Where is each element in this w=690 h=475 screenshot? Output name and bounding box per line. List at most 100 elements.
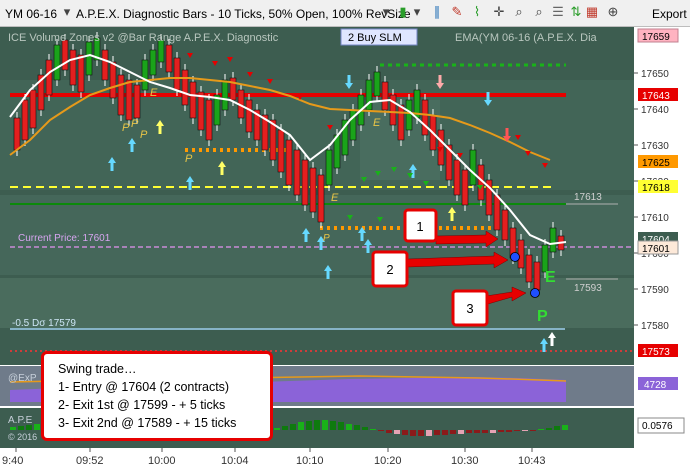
oscillator-bar: [10, 427, 16, 430]
trade-note-line: 2- Exit 1st @ 17599 - + 5 ticks: [58, 398, 226, 412]
callout-3: 3: [451, 289, 489, 327]
price-badge-text: 17573: [642, 347, 670, 358]
oscillator-bar: [18, 426, 24, 430]
price-badge-text: 17625: [642, 158, 670, 169]
bear-candle: [309, 167, 317, 213]
bear-candle: [165, 44, 173, 73]
dropdown-arrow-icon[interactable]: ▾: [410, 5, 424, 19]
time-tick-label: 10:20: [374, 455, 402, 467]
bear-candle: [517, 239, 525, 269]
bear-candle: [133, 84, 141, 119]
crosshair-icon[interactable]: ✛: [492, 5, 506, 19]
time-tick-label: 10:00: [148, 455, 176, 467]
oscillator-bar: [514, 430, 520, 431]
time-tick-label: 10:10: [296, 455, 324, 467]
volume-badge-text: 4728: [644, 380, 667, 391]
time-tick-label: 9:40: [2, 455, 23, 467]
order-label[interactable]: 2 Buy SLM: [348, 32, 402, 44]
signal-letter: P: [323, 233, 330, 244]
bear-candle: [501, 209, 509, 241]
bear-candle: [245, 99, 253, 133]
bear-candle: [453, 159, 461, 196]
bull-candle: [149, 49, 157, 76]
bear-candle: [301, 159, 309, 206]
signal-letter: E: [150, 87, 158, 99]
chart-trader-icon[interactable]: ⇅: [569, 5, 583, 19]
price-tick-label: 17640: [641, 105, 669, 116]
oscillator-bar: [498, 430, 504, 432]
volume-panel-label: @ExP: [8, 373, 37, 384]
oscillator-bar: [274, 428, 280, 430]
oscillator-bar: [522, 430, 528, 431]
bar-type-selector[interactable]: A.P.E.X. Diagnostic Bars - 10 Ticks, 50%…: [76, 5, 411, 23]
bear-candle: [277, 129, 285, 173]
price-tick-label: 17630: [641, 141, 669, 152]
bear-candle: [293, 149, 301, 196]
data-series-icon[interactable]: ∥: [430, 5, 444, 19]
zoom-in-icon[interactable]: ⌕: [512, 5, 526, 19]
time-tick-label: 10:04: [221, 455, 249, 467]
oscillator-bar: [386, 430, 392, 433]
oscillator-bar: [394, 430, 400, 434]
bull-candle: [85, 41, 93, 76]
signal-letter: P: [185, 153, 193, 165]
oscillator-bar: [410, 430, 416, 436]
oscillator-bar: [346, 424, 352, 430]
oscillator-bar: [546, 428, 552, 430]
export-button[interactable]: Export: [652, 5, 687, 23]
zoom-out-icon[interactable]: ⌕: [532, 5, 546, 19]
dropdown-arrow-icon[interactable]: ▾: [379, 5, 393, 19]
oscillator-bar: [378, 430, 384, 431]
ema-label: EMA(YM 06-16 (A.P.E.X. Dia: [455, 32, 598, 44]
oscillator-bar: [370, 429, 376, 430]
drawing-tools-icon[interactable]: ✎: [450, 5, 464, 19]
bull-candle: [53, 44, 61, 81]
bear-candle: [13, 117, 21, 151]
price-badge-text: 17643: [642, 91, 670, 102]
bear-candle: [125, 79, 133, 121]
signal-letter: P: [140, 129, 148, 141]
snapshot-icon[interactable]: ⊕: [606, 5, 620, 19]
bear-candle: [69, 49, 77, 86]
instrument-selector[interactable]: YM 06-16: [5, 5, 57, 23]
oscillator-bar: [34, 424, 40, 430]
bear-candle: [77, 54, 85, 93]
bull-candle: [405, 99, 413, 131]
inner-price-label: 17593: [574, 283, 602, 294]
bear-candle: [45, 59, 53, 96]
callout-2: 2: [371, 250, 409, 288]
oscillator-bar: [434, 430, 440, 435]
chart-window: { "toolbar":{"instrument":"YM 06-16","ba…: [0, 0, 690, 475]
price-badge-text: 17659: [642, 32, 670, 43]
properties-icon[interactable]: ☰: [551, 5, 565, 19]
signal-letter: P: [122, 122, 130, 134]
sigma-label: -0.5 Dσ 17579: [12, 318, 76, 329]
alerts-icon[interactable]: ▦: [585, 5, 599, 19]
oscillator-label: A.P.E: [8, 415, 33, 426]
oscillator-bar: [538, 429, 544, 430]
bear-candle: [317, 174, 325, 223]
trade-note-box: Swing trade… 1- Entry @ 17604 (2 contrac…: [41, 351, 273, 441]
exit-marker: [510, 252, 520, 262]
bull-candle: [325, 149, 333, 186]
oscillator-bar: [402, 430, 408, 435]
current-price-label: Current Price: 17601: [18, 233, 111, 244]
bear-candle: [181, 69, 189, 106]
bear-candle: [421, 99, 429, 136]
bear-candle: [461, 169, 469, 206]
bear-candle: [117, 74, 125, 116]
price-tick-label: 17650: [641, 69, 669, 80]
bear-candle: [29, 89, 37, 129]
time-tick-label: 10:30: [451, 455, 479, 467]
bar-style-icon[interactable]: ▮: [396, 5, 410, 19]
oscillator-bar: [474, 430, 480, 433]
bear-candle: [189, 81, 197, 119]
price-tick-label: 17610: [641, 213, 669, 224]
oscillator-bar: [290, 424, 296, 430]
exit-marker: [530, 288, 540, 298]
dropdown-arrow-icon[interactable]: ▾: [60, 5, 74, 19]
indicators-icon[interactable]: ⌇: [470, 5, 484, 19]
oscillator-bar: [442, 430, 448, 435]
oscillator-bar: [298, 422, 304, 430]
price-tick-label: 17590: [641, 285, 669, 296]
